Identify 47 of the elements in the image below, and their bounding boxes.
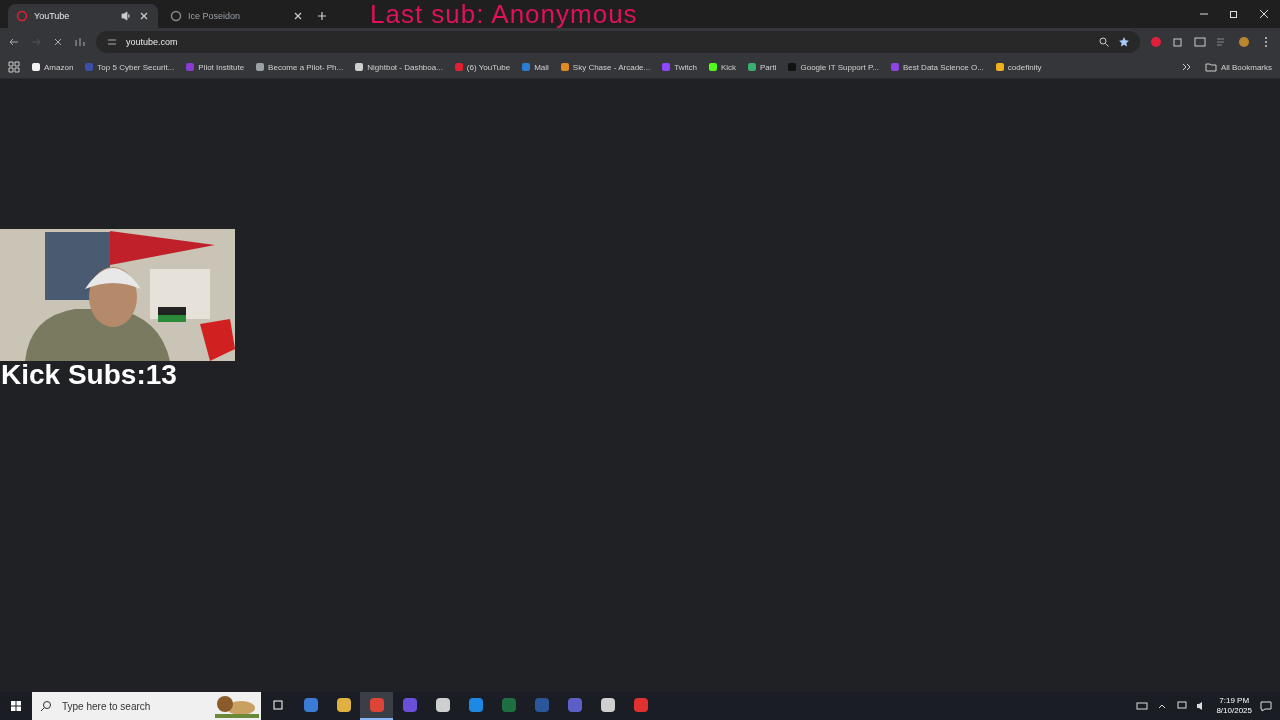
notification-icon[interactable] — [1260, 700, 1272, 712]
bookmark-link[interactable]: Nightbot - Dashboa... — [355, 62, 443, 72]
time-text: 7:19 PM — [1219, 696, 1250, 706]
bookmark-link[interactable]: Top 5 Cyber Securit... — [85, 62, 175, 72]
bookmark-link[interactable]: Parti — [748, 62, 777, 72]
search-input[interactable]: Type here to search — [60, 699, 214, 713]
folder-icon — [1204, 61, 1217, 73]
bookmark-link[interactable]: Become a Pilot- Ph... — [256, 62, 344, 72]
kick-subs-counter: Kick Subs:13 — [0, 361, 178, 389]
clock[interactable]: 7:19 PM 8/10/2025 — [1216, 696, 1252, 716]
browser-tab[interactable]: YouTube — [8, 4, 158, 28]
task-view-icon — [271, 699, 284, 711]
url-text: youtube.com — [126, 37, 179, 47]
back-icon[interactable] — [8, 36, 20, 48]
close-icon[interactable] — [52, 36, 64, 48]
browser-tab[interactable]: Ice Poseidon — [162, 4, 312, 28]
bookmark-link[interactable]: (6) YouTube — [454, 62, 511, 72]
tab-title: Ice Poseidon — [188, 11, 242, 21]
last-sub-overlay: Last sub: Anonymous — [370, 0, 638, 28]
chevron-icon[interactable] — [1180, 61, 1193, 73]
close-icon[interactable] — [138, 10, 150, 22]
tab-title: YouTube — [34, 11, 71, 21]
speaker-icon[interactable] — [120, 10, 132, 22]
bookmark-link[interactable]: Google IT Support P... — [788, 62, 879, 72]
bookmark-link[interactable]: Amazon — [32, 62, 74, 72]
bookmark-link[interactable]: Kick — [708, 62, 736, 72]
address-bar[interactable]: youtube.com — [96, 31, 1140, 53]
date-text: 8/10/2025 — [1216, 706, 1252, 716]
close-icon[interactable] — [1258, 8, 1270, 20]
taskbar-app[interactable] — [360, 692, 393, 720]
apps-icon[interactable] — [8, 61, 20, 73]
bookmark-link[interactable]: Twitch — [662, 62, 697, 72]
restore-icon[interactable] — [1228, 8, 1240, 20]
search-field[interactable]: Type here to search — [32, 692, 261, 720]
windows-icon — [10, 700, 22, 712]
bookmark-link[interactable]: Sky Chase - Arcade... — [560, 62, 651, 72]
zoom-icon[interactable] — [1098, 36, 1110, 48]
search-icon — [40, 700, 52, 712]
plus-icon[interactable] — [316, 10, 328, 22]
star-icon[interactable] — [1118, 36, 1130, 48]
all-bookmarks-link[interactable]: All Bookmarks — [1204, 61, 1272, 73]
bookmark-link[interactable]: codefinity — [995, 62, 1042, 72]
bookmark-link[interactable]: Best Data Science O... — [890, 62, 984, 72]
close-icon[interactable] — [292, 10, 304, 22]
bookmark-link[interactable]: Mail — [522, 62, 549, 72]
bookmark-link[interactable]: Pilot Institute — [186, 62, 245, 72]
chart-icon[interactable] — [74, 36, 86, 48]
